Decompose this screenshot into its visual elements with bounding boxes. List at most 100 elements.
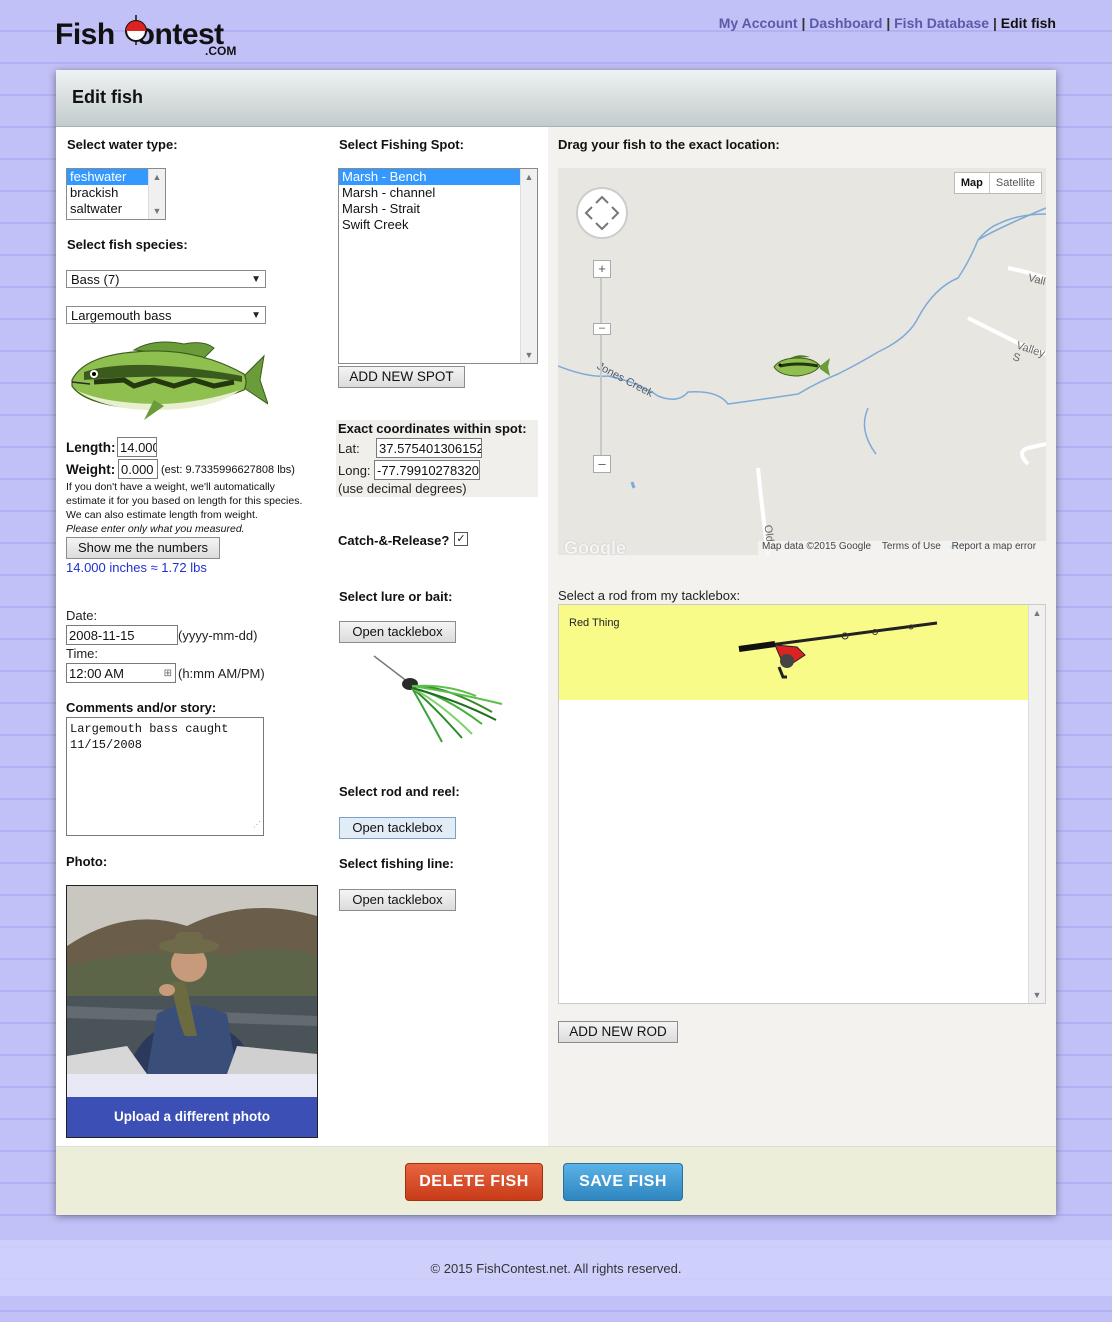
rod-label: Select rod and reel: (339, 784, 460, 799)
scroll-up-icon[interactable]: ▲ (149, 169, 165, 185)
weight-label: Weight: (66, 462, 116, 477)
weight-estimate: (est: 9.7335996627808 lbs) (161, 464, 295, 476)
scroll-down-icon[interactable]: ▼ (521, 347, 537, 363)
rod-tacklebox-button[interactable]: Open tacklebox (339, 817, 456, 839)
largemouth-bass-image (71, 341, 268, 420)
nav-current: Edit fish (1000, 15, 1056, 31)
spot-option[interactable]: Marsh - channel (339, 185, 537, 201)
species-group-select[interactable]: Bass (7) ▼ (66, 270, 266, 288)
rod-tacklebox-list[interactable]: Red Thing ▲ ▼ (558, 604, 1046, 1004)
delete-fish-button[interactable]: DELETE FISH (405, 1163, 543, 1201)
map-type-satellite[interactable]: Satellite (988, 173, 1041, 193)
species-label: Select fish species: (67, 237, 188, 252)
length-input[interactable]: 14.000 (117, 437, 157, 457)
water-type-label: Select water type: (67, 137, 178, 152)
rod-name: Red Thing (569, 617, 620, 629)
photo-frame: Upload a different photo (66, 885, 318, 1138)
fishing-spot-list[interactable]: Marsh - Bench Marsh - channel Marsh - St… (338, 168, 538, 364)
map-pan-control-icon[interactable] (575, 186, 629, 240)
time-label: Time: (66, 646, 99, 661)
spot-option[interactable]: Swift Creek (339, 217, 537, 233)
spinnerbait-lure-image (373, 655, 503, 743)
help-text: estimate it for you based on length for … (66, 495, 303, 507)
map-type-map[interactable]: Map (955, 173, 989, 193)
logo-sub: .COM (205, 44, 237, 58)
help-text: We can also estimate length from weight. (66, 509, 258, 521)
species-select[interactable]: Largemouth bass ▼ (66, 306, 266, 324)
lat-input[interactable]: 37.575401306152 (376, 438, 482, 458)
map-label: Drag your fish to the exact location: (558, 137, 780, 152)
zoom-slider-handle[interactable]: – (593, 323, 611, 335)
add-rod-button[interactable]: ADD NEW ROD (558, 1021, 678, 1043)
help-text: If you don't have a weight, we'll automa… (66, 481, 275, 493)
catch-release-label: Catch-&-Release? (338, 533, 450, 548)
fishing-rod-image (738, 621, 938, 679)
scroll-up-icon[interactable]: ▲ (1029, 605, 1045, 621)
fish-marker-icon[interactable] (772, 354, 832, 380)
map-terms-link[interactable]: Terms of Use (878, 541, 945, 552)
lure-tacklebox-button[interactable]: Open tacklebox (339, 621, 456, 643)
spot-scrollbar[interactable]: ▲ ▼ (520, 169, 537, 363)
site-logo[interactable]: Fish ontest .COM (55, 12, 245, 60)
zoom-track[interactable] (600, 268, 602, 464)
long-input[interactable]: -77.799102783203 (374, 460, 480, 480)
weight-input[interactable]: 0.000 (118, 459, 158, 479)
resize-handle-icon[interactable]: ⋰ (253, 818, 261, 834)
date-label: Date: (66, 608, 98, 623)
comments-textarea[interactable]: Largemouth bass caught 11/15/2008 ⋰ (66, 717, 264, 836)
google-logo: Google (564, 538, 626, 555)
length-label: Length: (66, 440, 116, 455)
action-bar: DELETE FISH SAVE FISH (56, 1146, 1056, 1215)
scroll-up-icon[interactable]: ▲ (521, 169, 537, 185)
time-hint: (h:mm AM/PM) (178, 666, 265, 681)
map-report-link[interactable]: Report a map error (948, 541, 1040, 552)
date-input[interactable]: 2008-11-15 (66, 625, 178, 645)
water-type-list[interactable]: feshwater brackish saltwater ▲ ▼ (66, 168, 166, 220)
bobber-icon (125, 15, 147, 45)
upload-photo-button[interactable]: Upload a different photo (67, 1097, 317, 1137)
line-tacklebox-button[interactable]: Open tacklebox (339, 889, 456, 911)
nav-fish-database[interactable]: Fish Database (894, 15, 989, 31)
show-numbers-button[interactable]: Show me the numbers (66, 537, 220, 559)
top-nav: My Account | Dashboard | Fish Database |… (718, 15, 1056, 31)
comments-label: Comments and/or story: (66, 700, 217, 715)
long-label: Long: (338, 463, 371, 478)
catch-release-checkbox[interactable]: ✓ (454, 532, 468, 546)
water-scrollbar[interactable]: ▲ ▼ (148, 169, 165, 219)
nav-my-account[interactable]: My Account (719, 15, 798, 31)
spot-option[interactable]: Marsh - Bench (339, 169, 521, 185)
time-spinner-icon[interactable]: ⊞ (164, 664, 172, 682)
spot-label: Select Fishing Spot: (339, 137, 464, 152)
line-label: Select fishing line: (339, 856, 454, 871)
chevron-down-icon: ▼ (251, 310, 261, 321)
tacklebox-scrollbar[interactable]: ▲ ▼ (1028, 605, 1045, 1003)
zoom-in-icon[interactable]: + (593, 260, 611, 278)
photo-label: Photo: (66, 854, 108, 869)
panel-header: Edit fish (56, 70, 1056, 127)
map-attribution: Map data ©2015 Google (762, 541, 872, 552)
map-footer: Map data ©2015 Google Terms of Use Repor… (758, 541, 1046, 555)
help-text: Please enter only what you measured. (66, 523, 245, 535)
list-item[interactable]: Red Thing (559, 605, 1030, 700)
lure-label: Select lure or bait: (339, 589, 453, 604)
scroll-down-icon[interactable]: ▼ (1029, 987, 1045, 1003)
save-fish-button[interactable]: SAVE FISH (563, 1163, 683, 1201)
nav-dashboard[interactable]: Dashboard (809, 15, 882, 31)
spot-option[interactable]: Marsh - Strait (339, 201, 537, 217)
scroll-down-icon[interactable]: ▼ (149, 203, 165, 219)
zoom-out-icon[interactable]: – (593, 455, 611, 473)
tacklebox-label: Select a rod from my tacklebox: (558, 588, 741, 603)
date-hint: (yyyy-mm-dd) (178, 628, 258, 643)
chevron-down-icon: ▼ (251, 274, 261, 285)
copyright: © 2015 FishContest.net. All rights reser… (430, 1261, 682, 1276)
location-map[interactable]: Jones Creek Vall Valley S Old 1 Map Sate… (558, 168, 1046, 555)
time-input[interactable]: 12:00 AM ⊞ (66, 663, 176, 683)
lat-label: Lat: (338, 441, 360, 456)
page-title: Edit fish (72, 87, 143, 107)
coords-title: Exact coordinates within spot: (338, 421, 527, 436)
coords-box: Exact coordinates within spot: Lat: 37.5… (336, 420, 538, 497)
length-weight-result: 14.000 inches ≈ 1.72 lbs (66, 560, 207, 575)
map-type-toggle: Map Satellite (953, 172, 1042, 194)
add-spot-button[interactable]: ADD NEW SPOT (338, 366, 465, 388)
catch-photo (67, 886, 317, 1074)
